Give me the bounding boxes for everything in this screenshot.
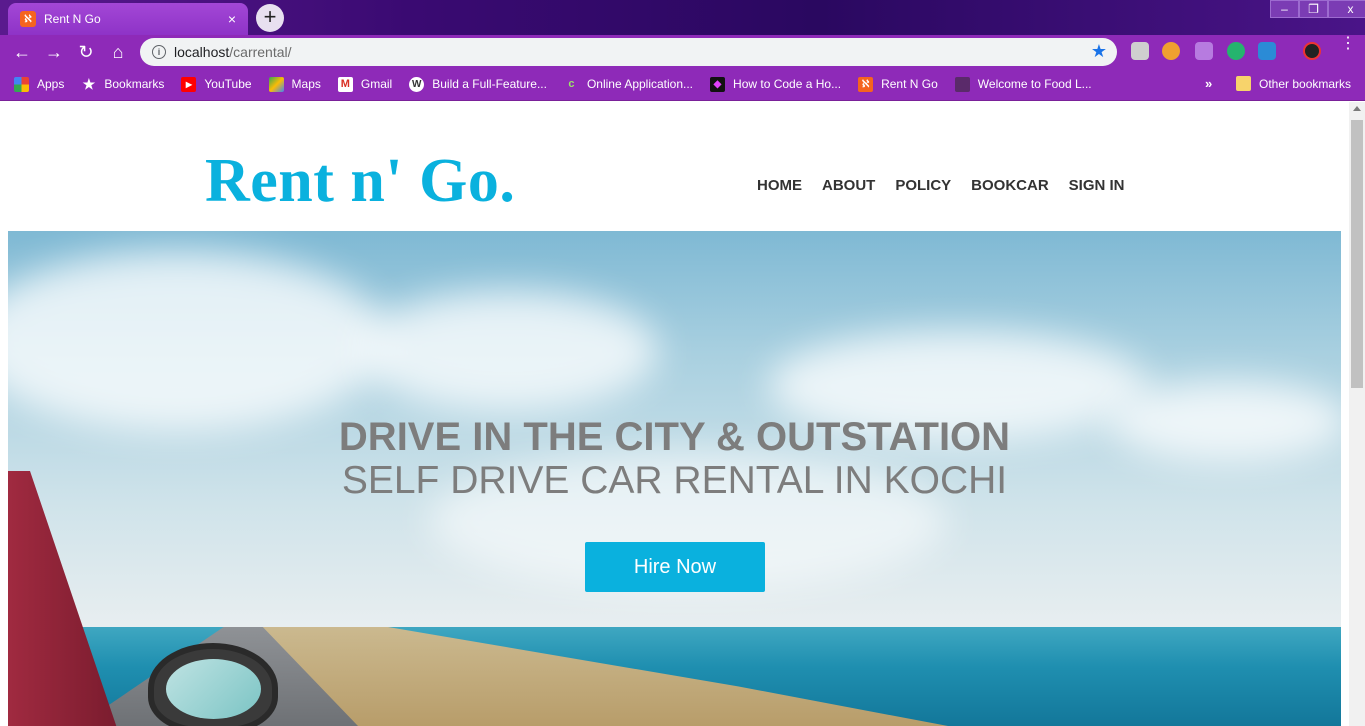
- home-icon[interactable]: ⌂: [106, 40, 130, 64]
- browser-toolbar: ← → ↻ ⌂ i localhost/carrental/ ★ ⋮: [0, 35, 1365, 68]
- bookmark-apps[interactable]: Apps: [14, 76, 65, 92]
- address-bar[interactable]: i localhost/carrental/ ★: [140, 38, 1117, 66]
- nav-sign-in[interactable]: SIGN IN: [1069, 177, 1125, 194]
- bookmark-star-icon[interactable]: ★: [1091, 41, 1107, 62]
- reader-extension-icon[interactable]: [1227, 42, 1245, 60]
- bookmark-label: Bookmarks: [104, 77, 165, 91]
- food-icon: [954, 76, 970, 92]
- search-extension-icon[interactable]: [1258, 42, 1276, 60]
- bookmark-welcome-food[interactable]: Welcome to Food L...: [954, 76, 1092, 92]
- youtube-icon: ▶: [181, 76, 197, 92]
- browser-tab[interactable]: ℵ Rent N Go ×: [8, 3, 248, 35]
- bookmark-label: Online Application...: [586, 77, 694, 91]
- bookmark-label: YouTube: [204, 77, 252, 91]
- hero-subheadline: SELF DRIVE CAR RENTAL IN KOCHI: [341, 459, 1008, 502]
- bookmark-label: Welcome to Food L...: [977, 77, 1092, 91]
- bookmark-label: Gmail: [360, 77, 393, 91]
- bookmark-bookmarks[interactable]: ★ Bookmarks: [81, 75, 165, 92]
- wordpress-icon: W: [409, 76, 425, 92]
- apps-grid-icon: [14, 76, 29, 92]
- url-path: /carrental/: [229, 44, 292, 60]
- bookmark-label: Apps: [37, 77, 65, 91]
- cloud-decoration: [8, 251, 388, 431]
- xampp-icon: ℵ: [858, 76, 874, 92]
- bookmarks-bar: Apps ★ Bookmarks ▶ YouTube Maps M Gmail …: [0, 68, 1365, 101]
- screen-extension-icon[interactable]: [1195, 42, 1213, 60]
- reload-icon[interactable]: ↻: [74, 40, 98, 64]
- browser-titlebar: ℵ Rent N Go × + – ❐ x: [0, 0, 1365, 35]
- hire-now-button[interactable]: Hire Now: [585, 542, 765, 592]
- close-tab-icon[interactable]: ×: [222, 11, 242, 27]
- nav-home[interactable]: HOME: [757, 177, 802, 194]
- hero-banner: DRIVE IN THE CITY & OUTSTATION SELF DRIV…: [8, 231, 1341, 726]
- page-scrollbar[interactable]: [1349, 102, 1365, 726]
- site-logo[interactable]: Rent n' Go.: [205, 146, 515, 217]
- minimize-button[interactable]: –: [1270, 0, 1299, 18]
- bookmark-label: How to Code a Ho...: [733, 77, 842, 91]
- car-pillar-image: [8, 471, 118, 726]
- forward-arrow-icon[interactable]: →: [42, 40, 66, 64]
- window-controls: – ❐ x: [1270, 0, 1365, 18]
- bookmark-label: Rent N Go: [881, 77, 938, 91]
- code-icon: ◆: [710, 76, 726, 92]
- nav-policy[interactable]: POLICY: [895, 177, 951, 194]
- nav-about[interactable]: ABOUT: [822, 177, 875, 194]
- hero-headline: DRIVE IN THE CITY & OUTSTATION: [338, 415, 1011, 459]
- bookmark-label: Maps: [291, 77, 321, 91]
- info-icon[interactable]: i: [152, 45, 166, 59]
- bookmark-rent-n-go[interactable]: ℵ Rent N Go: [858, 76, 938, 92]
- maps-icon: [268, 76, 284, 92]
- scroll-thumb[interactable]: [1351, 120, 1363, 388]
- tab-title: Rent N Go: [44, 12, 101, 26]
- key-extension-icon[interactable]: [1162, 42, 1180, 60]
- profile-avatar[interactable]: [1303, 42, 1321, 60]
- side-mirror-image: [148, 643, 278, 726]
- other-bookmarks[interactable]: Other bookmarks: [1236, 76, 1351, 91]
- bookmark-label: Build a Full-Feature...: [432, 77, 547, 91]
- bookmark-online-application[interactable]: c Online Application...: [564, 77, 693, 92]
- gmail-checker-icon[interactable]: [1131, 42, 1149, 60]
- mirror-glass: [166, 659, 261, 719]
- folder-icon: [1236, 76, 1251, 91]
- gmail-icon: M: [337, 76, 353, 92]
- other-bookmarks-label: Other bookmarks: [1259, 76, 1352, 91]
- new-tab-button[interactable]: +: [256, 4, 284, 32]
- bookmark-maps[interactable]: Maps: [268, 76, 321, 92]
- url-host: localhost: [174, 44, 230, 60]
- restore-button[interactable]: ❐: [1299, 0, 1328, 18]
- bookmark-how-to-code[interactable]: ◆ How to Code a Ho...: [710, 76, 842, 92]
- site-nav: HOME ABOUT POLICY BOOKCAR SIGN IN: [757, 177, 1145, 194]
- menu-dots-icon[interactable]: ⋮: [1340, 36, 1356, 52]
- web-page: Rent n' Go. HOME ABOUT POLICY BOOKCAR SI…: [0, 102, 1365, 726]
- back-arrow-icon[interactable]: ←: [10, 40, 34, 64]
- nav-bookcar[interactable]: BOOKCAR: [971, 177, 1049, 194]
- more-bookmarks-chevron-icon[interactable]: »: [1205, 76, 1212, 91]
- cloud-decoration: [358, 291, 658, 411]
- c-icon: c: [568, 78, 575, 90]
- xampp-icon: ℵ: [20, 11, 36, 27]
- scroll-up-arrow-icon[interactable]: [1353, 106, 1361, 111]
- close-window-button[interactable]: x: [1328, 0, 1365, 18]
- bookmark-build-full-feature[interactable]: W Build a Full-Feature...: [409, 76, 547, 92]
- bookmark-gmail[interactable]: M Gmail: [337, 76, 393, 92]
- bookmark-youtube[interactable]: ▶ YouTube: [181, 76, 252, 92]
- star-icon: ★: [82, 75, 96, 92]
